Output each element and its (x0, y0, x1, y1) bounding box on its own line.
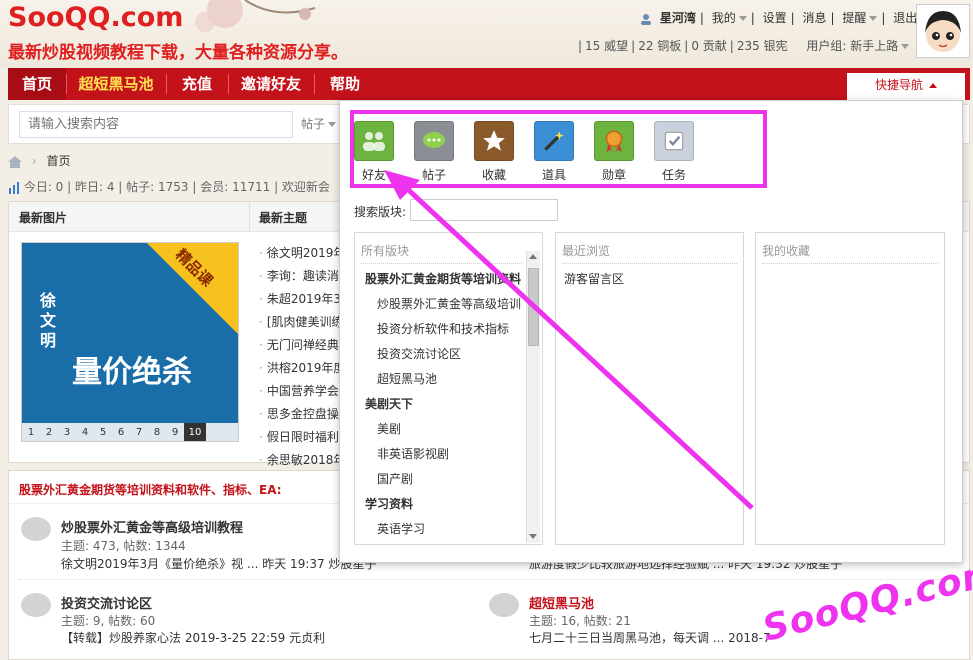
annotation-arrow (384, 170, 754, 510)
